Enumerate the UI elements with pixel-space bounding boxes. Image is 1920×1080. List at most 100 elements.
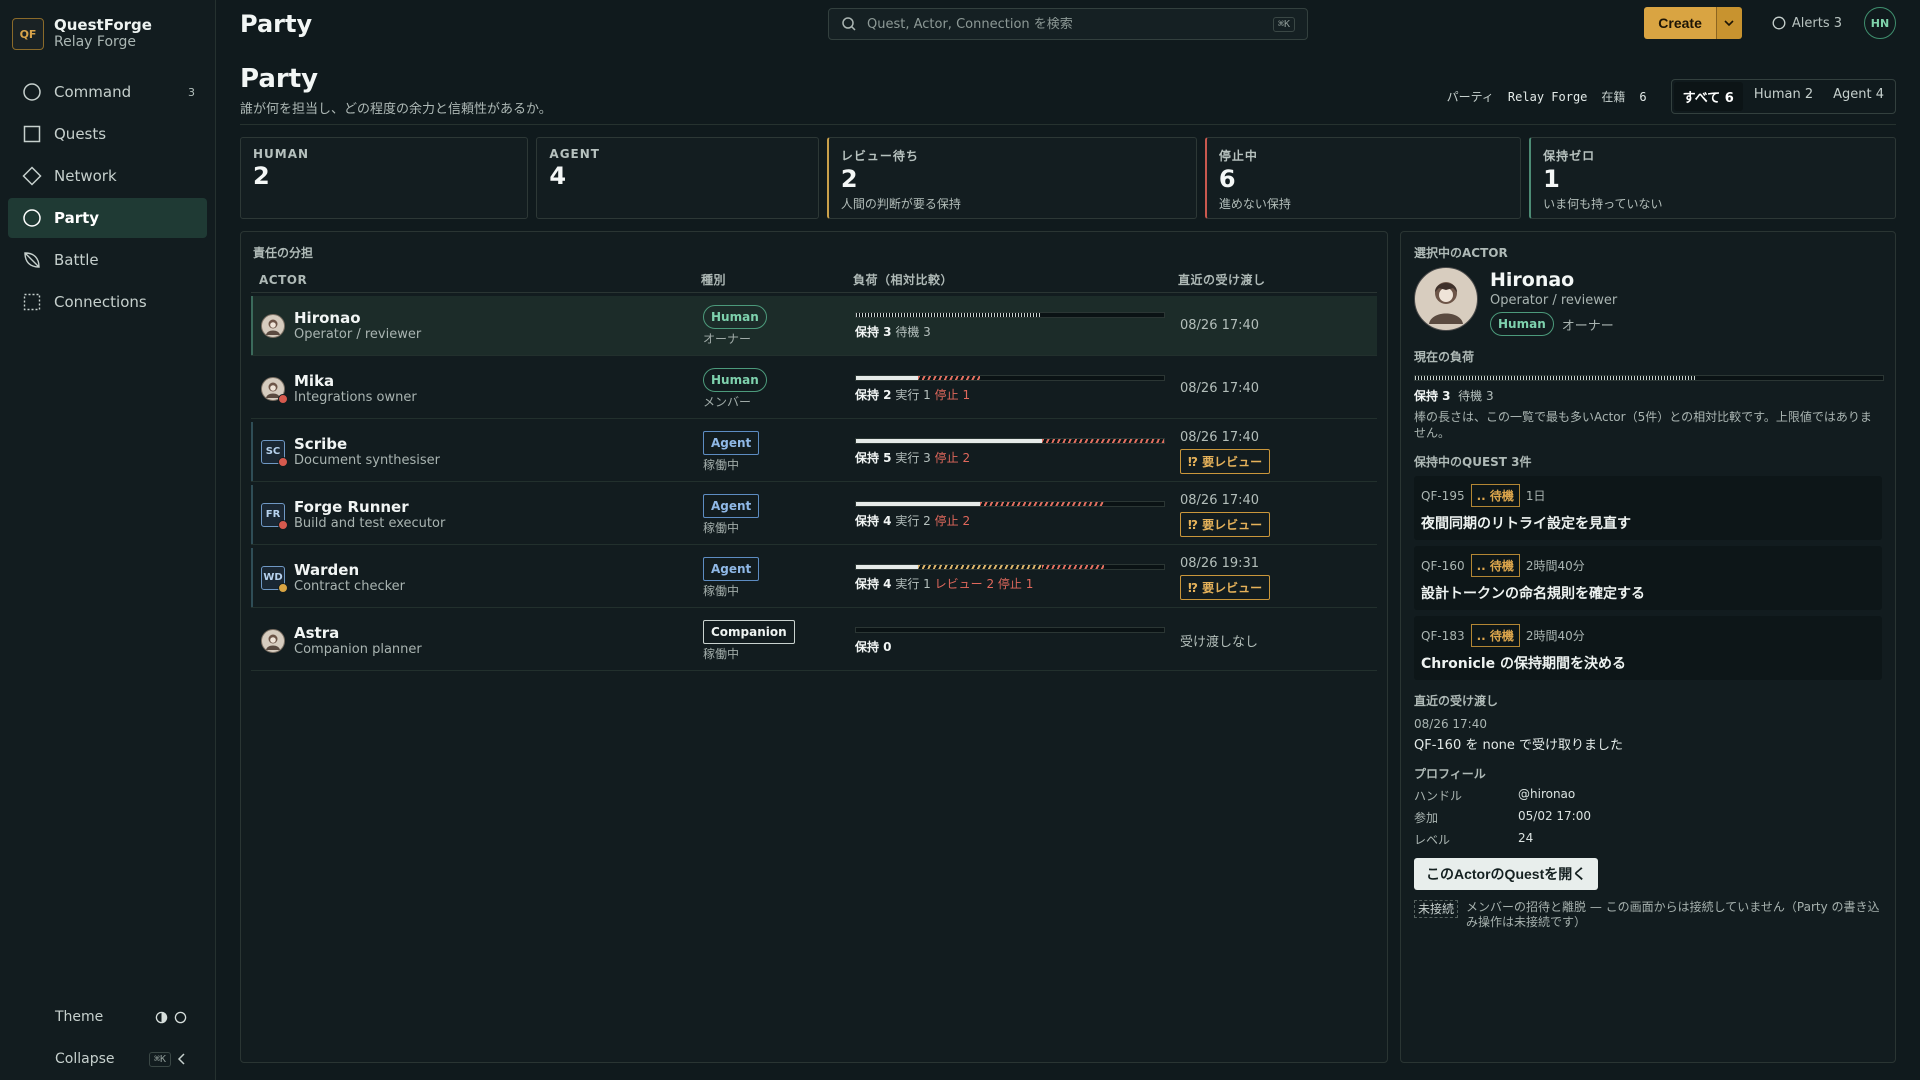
avatar-icon <box>261 313 285 338</box>
stat-label: 停止中 <box>1218 149 1258 163</box>
search-input[interactable] <box>867 16 1263 32</box>
theme-label: Theme <box>55 1009 104 1025</box>
open-actor-quests-button[interactable]: このActorのQuestを開く <box>1414 858 1599 890</box>
running-segment <box>856 375 918 380</box>
table-row[interactable]: Mika Integrations owner Human メンバー 保持 2 実行 1… <box>251 359 1377 418</box>
collapse-button[interactable]: Collapse ⌘K <box>0 1038 215 1080</box>
sidebar-item-connections[interactable]: Connections <box>8 282 207 322</box>
create-dropdown-button[interactable] <box>1715 7 1742 39</box>
leaf-icon <box>22 250 42 270</box>
review-required-button[interactable]: ⁉ 要レビュー <box>1180 448 1271 474</box>
load-detail: 実行 1 <box>895 387 931 402</box>
agent-icon: SC <box>261 439 288 467</box>
quest-card[interactable]: QF-195 .. 待機 1日夜間同期のリトライ設定を見直す <box>1414 476 1882 540</box>
header-load: 負荷（相対比較） <box>853 273 954 287</box>
quest-title: 夜間同期のリトライ設定を見直す <box>1421 516 1631 532</box>
stopped-segment <box>1042 564 1104 569</box>
load-cell: 保持 5 実行 3 停止 2 <box>855 437 1180 466</box>
actor-role: Operator / reviewer <box>294 326 422 342</box>
agent-initials: SC <box>265 446 281 457</box>
running-segment <box>856 564 918 569</box>
agent-initials: WD <box>263 572 283 583</box>
sidebar-item-quests[interactable]: Quests <box>8 114 207 154</box>
brand[interactable]: QF QuestForge Relay Forge <box>0 0 215 54</box>
party-meta-value: Relay Forge <box>1507 89 1588 104</box>
sidebar-item-party[interactable]: Party <box>8 198 207 238</box>
type-cell: Agent 稼働中 <box>703 556 855 599</box>
search-shortcut: ⌘K <box>1272 16 1295 32</box>
review-required-button[interactable]: ⁉ 要レビュー <box>1180 511 1271 537</box>
dashed-square-icon <box>22 292 42 312</box>
type-cell: Agent 稼働中 <box>703 430 855 473</box>
user-avatar[interactable]: HN <box>1864 7 1896 39</box>
review-required-button[interactable]: ⁉ 要レビュー <box>1180 574 1271 600</box>
actor-name: Hironao <box>294 308 361 327</box>
detail-load-hold: 保持 3 <box>1414 389 1451 403</box>
search-box[interactable]: ⌘K <box>828 8 1308 40</box>
chevron-left-icon <box>177 1053 185 1065</box>
profile-key: 参加 <box>1414 811 1439 825</box>
sidebar-nav: Command 3 Quests Network Party Battle Connecti… <box>0 72 215 322</box>
responsibility-panel: 責任の分担 ACTOR 種別 負荷（相対比較） 直近の受け渡し Hironao O… <box>240 231 1388 1063</box>
actor-name: Forge Runner <box>294 497 409 516</box>
table-row[interactable]: WD Warden Contract checker Agent 稼働中 保持 4 実行 … <box>251 548 1377 607</box>
load-text: 保持 4 実行 2 停止 2 <box>855 512 1164 529</box>
table-row[interactable]: Astra Companion planner Companion 稼働中 保持 0 受け… <box>251 611 1377 670</box>
handoff-text: QF-160 を none で受け取りました <box>1414 738 1624 753</box>
row-divider <box>251 607 1377 608</box>
row-divider <box>251 544 1377 545</box>
quest-meta: QF-195 .. 待機 1日 <box>1421 484 1875 507</box>
table-row[interactable]: FR Forge Runner Build and test executor Age… <box>251 485 1377 544</box>
header-actor: ACTOR <box>259 272 308 287</box>
member-meta-label: 在籍 <box>1601 90 1626 104</box>
agent-icon: WD <box>261 565 288 593</box>
hold-count: 保持 4 <box>855 513 892 528</box>
load-bar <box>855 437 1165 444</box>
handoff-cell: 08/26 19:31 ⁉ 要レビュー <box>1180 556 1377 600</box>
filter-tab[interactable]: Human 2 <box>1745 82 1822 111</box>
type-badge: Agent <box>703 556 760 581</box>
actor-cell: Hironao Operator / reviewer <box>253 309 703 343</box>
filter-tab[interactable]: すべて 6 <box>1673 82 1743 111</box>
handoff-time: 受け渡しなし <box>1180 635 1259 650</box>
profile-list: ハンドル @hironao 参加 05/02 17:00 レベル 24 <box>1414 787 1882 848</box>
sidebar-item-command[interactable]: Command 3 <box>8 72 207 112</box>
disconnected-text: メンバーの招待と離脱 — この画面からは接続していません（Party の書き込み… <box>1466 900 1880 929</box>
table-row[interactable]: Hironao Operator / reviewer Human オーナー 保持 3 … <box>251 296 1377 355</box>
load-cell: 保持 2 実行 1 停止 1 <box>855 374 1180 403</box>
stat-value: 1 <box>1543 165 1560 193</box>
stat-value: 4 <box>549 162 567 190</box>
load-text: 保持 5 実行 3 停止 2 <box>855 449 1164 466</box>
sidebar-item-label: Network <box>54 167 117 185</box>
detail-load-fill <box>1415 376 1697 380</box>
handoff-cell: 08/26 17:40 <box>1180 381 1377 396</box>
sidebar-item-battle[interactable]: Battle <box>8 240 207 280</box>
quest-status-badge: .. 待機 <box>1470 624 1520 647</box>
theme-toggle[interactable]: Theme <box>0 996 215 1038</box>
quest-card[interactable]: QF-183 .. 待機 2時間40分 Chronicle の保持期間を決める <box>1414 616 1882 680</box>
table-row[interactable]: SC Scribe Document synthesiser Agent 稼働中 保持 5… <box>251 422 1377 481</box>
detail-tags: Human オーナー <box>1490 312 1617 336</box>
create-button[interactable]: Create <box>1644 7 1716 39</box>
filter-tab[interactable]: Agent 4 <box>1824 82 1893 111</box>
profile: プロフィール ハンドル @hironao 参加 05/02 17:00 レベル 24 <box>1414 765 1882 848</box>
type-badge: Agent <box>703 430 760 455</box>
sidebar-item-network[interactable]: Network <box>8 156 207 196</box>
detail-role: Operator / reviewer <box>1490 293 1618 308</box>
avatar <box>1414 267 1478 331</box>
type-cell: Human オーナー <box>703 304 855 347</box>
load-bar <box>855 500 1165 507</box>
sidebar-item-label: Party <box>54 209 100 227</box>
load-bar <box>855 311 1165 318</box>
topbar: Party ⌘K Create Alerts 3 HN <box>216 0 1920 48</box>
load-detail: 停止 1 <box>997 576 1034 591</box>
load-detail: 停止 2 <box>934 513 971 528</box>
handoff-label: 直近の受け渡し <box>1414 694 1499 708</box>
alerts-button[interactable]: Alerts 3 <box>1772 16 1842 31</box>
load-text: 保持 4 実行 1 レビュー 2 停止 1 <box>855 575 1164 592</box>
quest-card[interactable]: QF-160 .. 待機 2時間40分 設計トークンの命名規則を確定する <box>1414 546 1882 610</box>
load-bar <box>855 563 1165 570</box>
header-divider <box>240 124 1896 125</box>
waiting-segment <box>856 312 1042 317</box>
handoff-time: 08/26 17:40 <box>1180 492 1260 508</box>
